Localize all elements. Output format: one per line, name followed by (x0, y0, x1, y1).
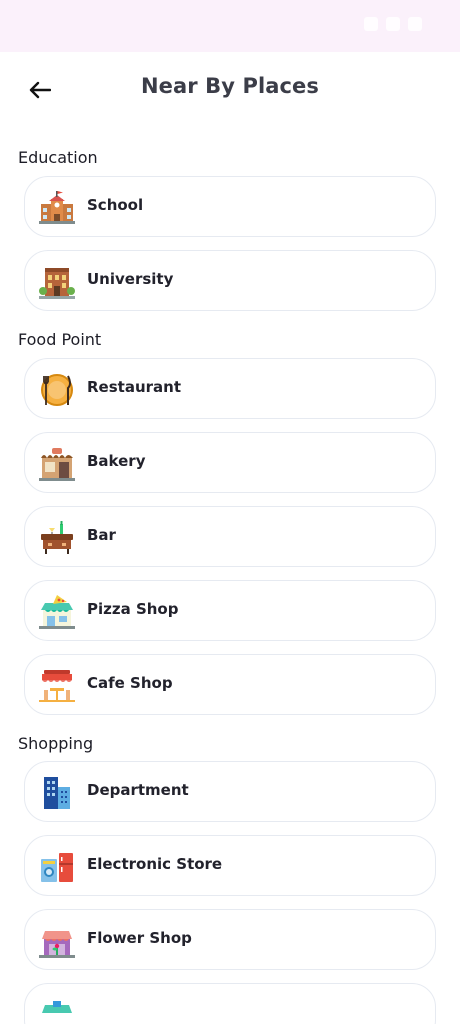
place-label: School (87, 196, 144, 214)
page-title: Near By Places (140, 74, 319, 98)
status-bar (0, 0, 460, 52)
place-item-bar[interactable]: Bar (24, 506, 436, 567)
school-icon (39, 191, 75, 224)
pizza-shop-icon (39, 595, 75, 629)
place-label: Pizza Shop (87, 600, 179, 618)
department-icon (44, 777, 70, 809)
place-item-pizza-shop[interactable]: Pizza Shop (24, 580, 436, 641)
place-label: Cafe Shop (87, 674, 173, 692)
store-icon (42, 1001, 72, 1013)
place-item-school[interactable]: School (24, 176, 436, 237)
signal-icon (364, 17, 378, 31)
electronic-store-icon (41, 853, 73, 882)
place-label: Restaurant (87, 378, 181, 396)
place-item-flower-shop[interactable]: Flower Shop (24, 909, 436, 970)
place-label: Department (87, 781, 189, 799)
place-item-bakery[interactable]: Bakery (24, 432, 436, 493)
place-item-cafe-shop[interactable]: Cafe Shop (24, 654, 436, 715)
app-header: Near By Places (0, 52, 460, 126)
section-title-shopping: Shopping (18, 734, 94, 753)
bakery-icon (39, 448, 75, 481)
flower-shop-icon (39, 931, 75, 958)
place-label: Bar (87, 526, 116, 544)
wifi-icon (386, 17, 400, 31)
place-item-department[interactable]: Department (24, 761, 436, 822)
section-title-education: Education (18, 148, 98, 167)
status-icons (364, 17, 422, 31)
place-item-restaurant[interactable]: Restaurant (24, 358, 436, 419)
place-item-electronic-store[interactable]: Electronic Store (24, 835, 436, 896)
battery-icon (408, 17, 422, 31)
place-label: Electronic Store (87, 855, 223, 873)
place-item-university[interactable]: University (24, 250, 436, 311)
university-icon (39, 268, 75, 299)
place-label: Flower Shop (87, 929, 192, 947)
place-item-partial[interactable] (24, 983, 436, 1024)
cafe-shop-icon (39, 670, 75, 702)
place-label: Bakery (87, 452, 146, 470)
restaurant-icon (41, 374, 73, 406)
bar-icon (41, 521, 73, 554)
section-title-food-point: Food Point (18, 330, 102, 349)
place-label: University (87, 270, 174, 288)
